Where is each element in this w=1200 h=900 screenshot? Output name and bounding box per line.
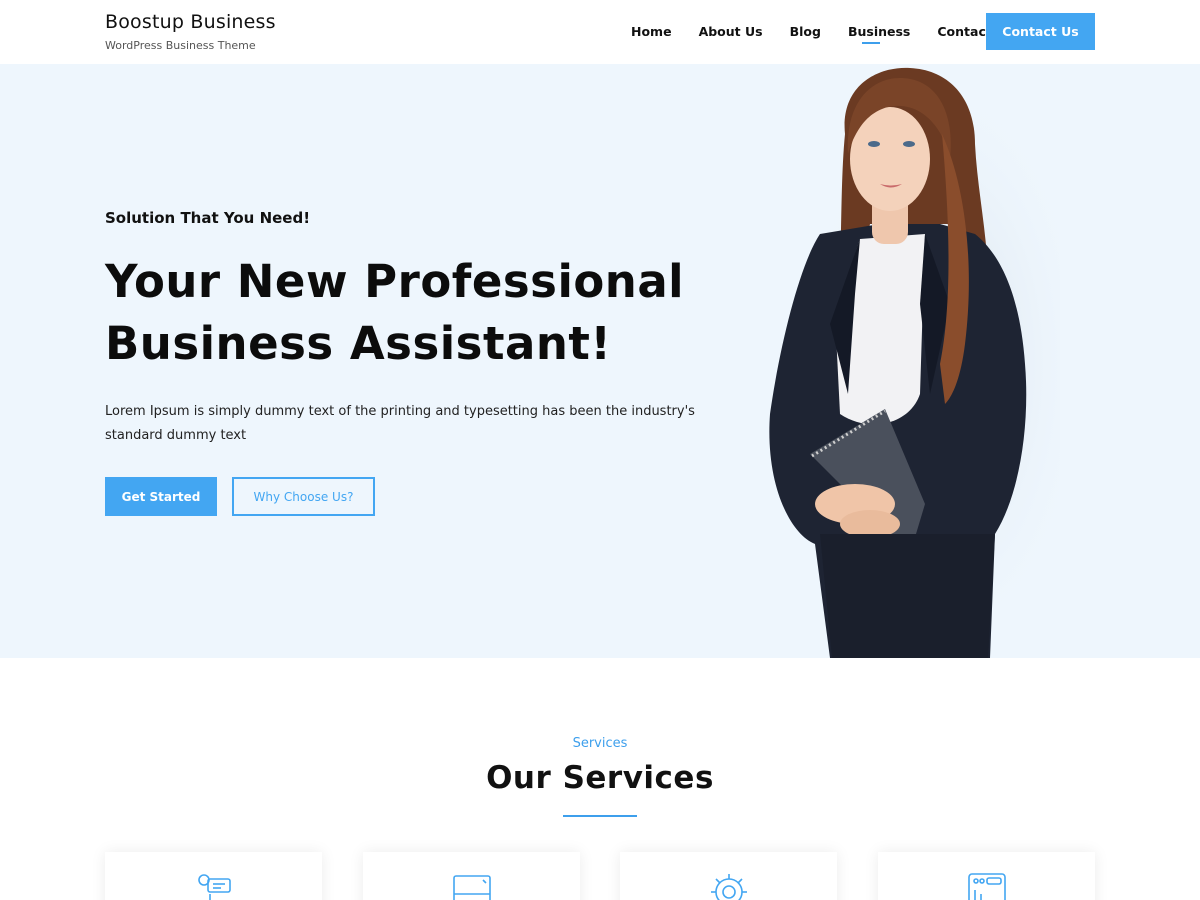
services-divider: [563, 815, 637, 817]
service-card[interactable]: [878, 852, 1095, 900]
get-started-button[interactable]: Get Started: [105, 477, 217, 516]
site-tagline: WordPress Business Theme: [105, 39, 256, 52]
hero-title-line-2: Business Assistant!: [105, 317, 612, 370]
monitor-icon: [453, 875, 491, 900]
service-card[interactable]: [363, 852, 580, 900]
hero-title-line-1: Your New Professional: [105, 255, 685, 308]
why-choose-us-button[interactable]: Why Choose Us?: [232, 477, 375, 516]
site-header: Boostup Business WordPress Business Them…: [0, 0, 1200, 64]
chat-support-icon: [198, 874, 231, 900]
contact-us-button[interactable]: Contact Us: [986, 13, 1095, 50]
main-nav: Home About Us Blog Business Contact: [631, 24, 1019, 44]
nav-item-contact[interactable]: Contact: [937, 24, 991, 39]
hero-subtitle: Solution That You Need!: [105, 209, 311, 227]
nav-item-home[interactable]: Home: [631, 24, 672, 39]
site-title[interactable]: Boostup Business: [105, 11, 276, 33]
service-card[interactable]: [105, 852, 322, 900]
service-card[interactable]: [620, 852, 837, 900]
services-title: Our Services: [486, 760, 714, 796]
businesswoman-image: [769, 64, 1060, 658]
gear-icon: [711, 874, 747, 900]
hero-description: Lorem Ipsum is simply dummy text of the …: [105, 404, 695, 443]
nav-item-about-us[interactable]: About Us: [699, 24, 763, 39]
services-eyebrow: Services: [572, 736, 628, 751]
hero-section: Solution That You Need! Your New Profess…: [0, 64, 1200, 658]
nav-item-blog[interactable]: Blog: [790, 24, 821, 39]
dashboard-icon: [968, 873, 1006, 900]
hero-title: Your New Professional Business Assistant…: [105, 251, 725, 375]
nav-item-business[interactable]: Business: [848, 24, 910, 44]
